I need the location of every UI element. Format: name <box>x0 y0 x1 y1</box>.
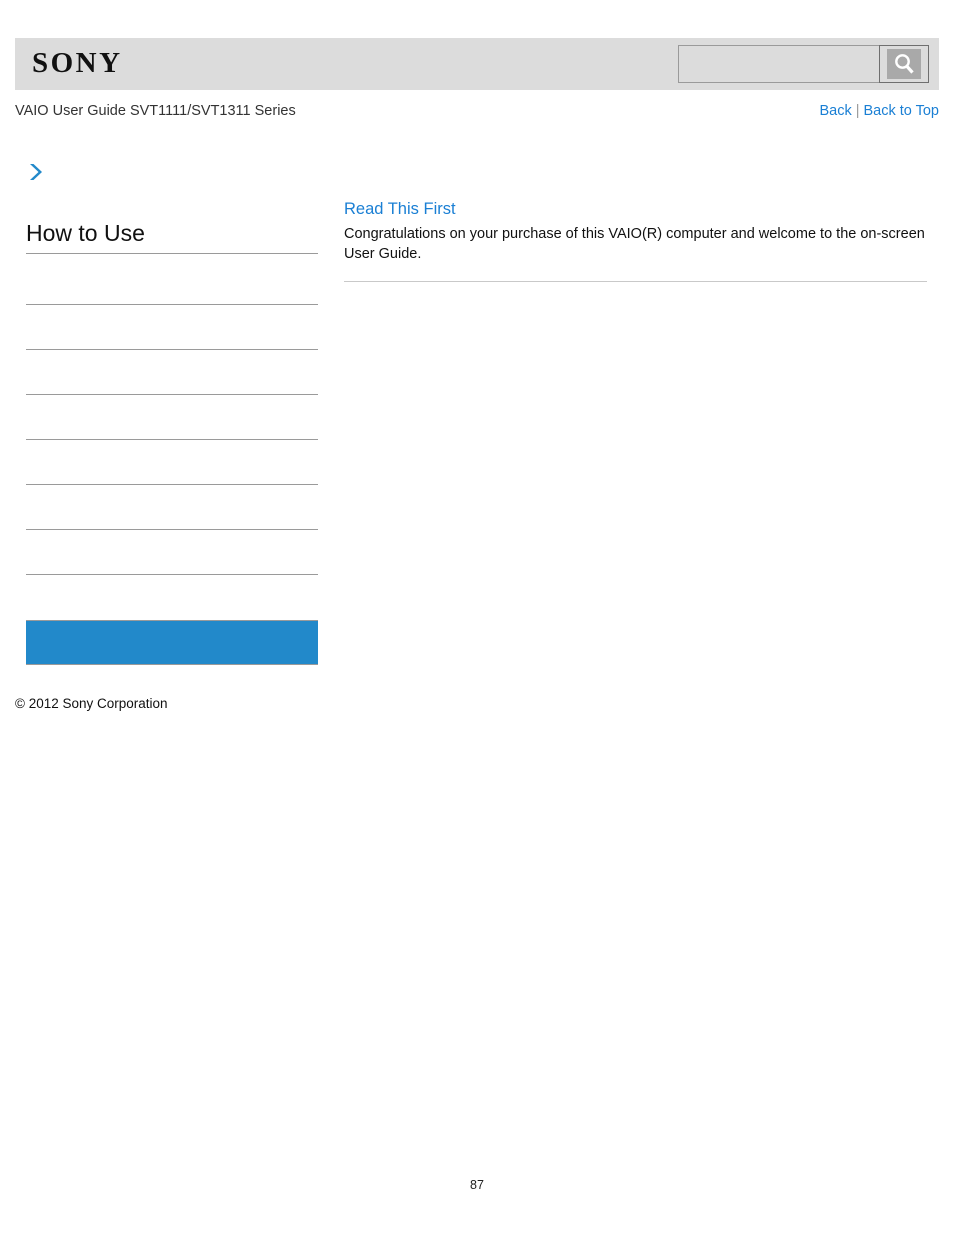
sony-logo: SONY <box>32 47 123 79</box>
sidebar-item-5[interactable] <box>26 440 318 485</box>
sidebar-item-4[interactable] <box>26 395 318 440</box>
nav-separator: | <box>855 103 860 119</box>
sidebar-item-1[interactable] <box>26 260 318 305</box>
subheader: VAIO User Guide SVT1111/SVT1311 Series B… <box>15 101 939 121</box>
sidebar-item-selected[interactable] <box>26 620 318 665</box>
header-bar: SONY <box>15 38 939 90</box>
content-body-text: Congratulations on your purchase of this… <box>344 226 925 262</box>
sidebar-item-7[interactable] <box>26 530 318 575</box>
search-icon <box>887 49 921 79</box>
header-nav-links: Back | Back to Top <box>819 101 939 121</box>
search-button[interactable] <box>879 45 929 83</box>
search-input[interactable] <box>678 45 879 83</box>
search-box <box>678 45 929 83</box>
back-to-top-link[interactable]: Back to Top <box>863 103 939 119</box>
sidebar-item-3[interactable] <box>26 350 318 395</box>
page-number: 87 <box>470 1178 484 1192</box>
chevron-right-icon[interactable] <box>25 161 47 183</box>
sidebar-item-6[interactable] <box>26 485 318 530</box>
document-page: SONY VAIO User Guide SVT1111/SVT1311 Ser… <box>0 0 954 1235</box>
page-title: How to Use <box>26 219 318 254</box>
main-content: Read This First Congratulations on your … <box>344 198 927 290</box>
copyright-text: © 2012 Sony Corporation <box>15 696 168 711</box>
sidebar-item-2[interactable] <box>26 305 318 350</box>
sidebar-nav-list <box>26 260 318 665</box>
sidebar-item-8[interactable] <box>26 575 318 620</box>
back-link[interactable]: Back <box>819 103 851 119</box>
guide-title: VAIO User Guide SVT1111/SVT1311 Series <box>15 103 296 119</box>
content-title-link[interactable]: Read This First <box>344 198 927 220</box>
content-divider <box>344 281 927 282</box>
